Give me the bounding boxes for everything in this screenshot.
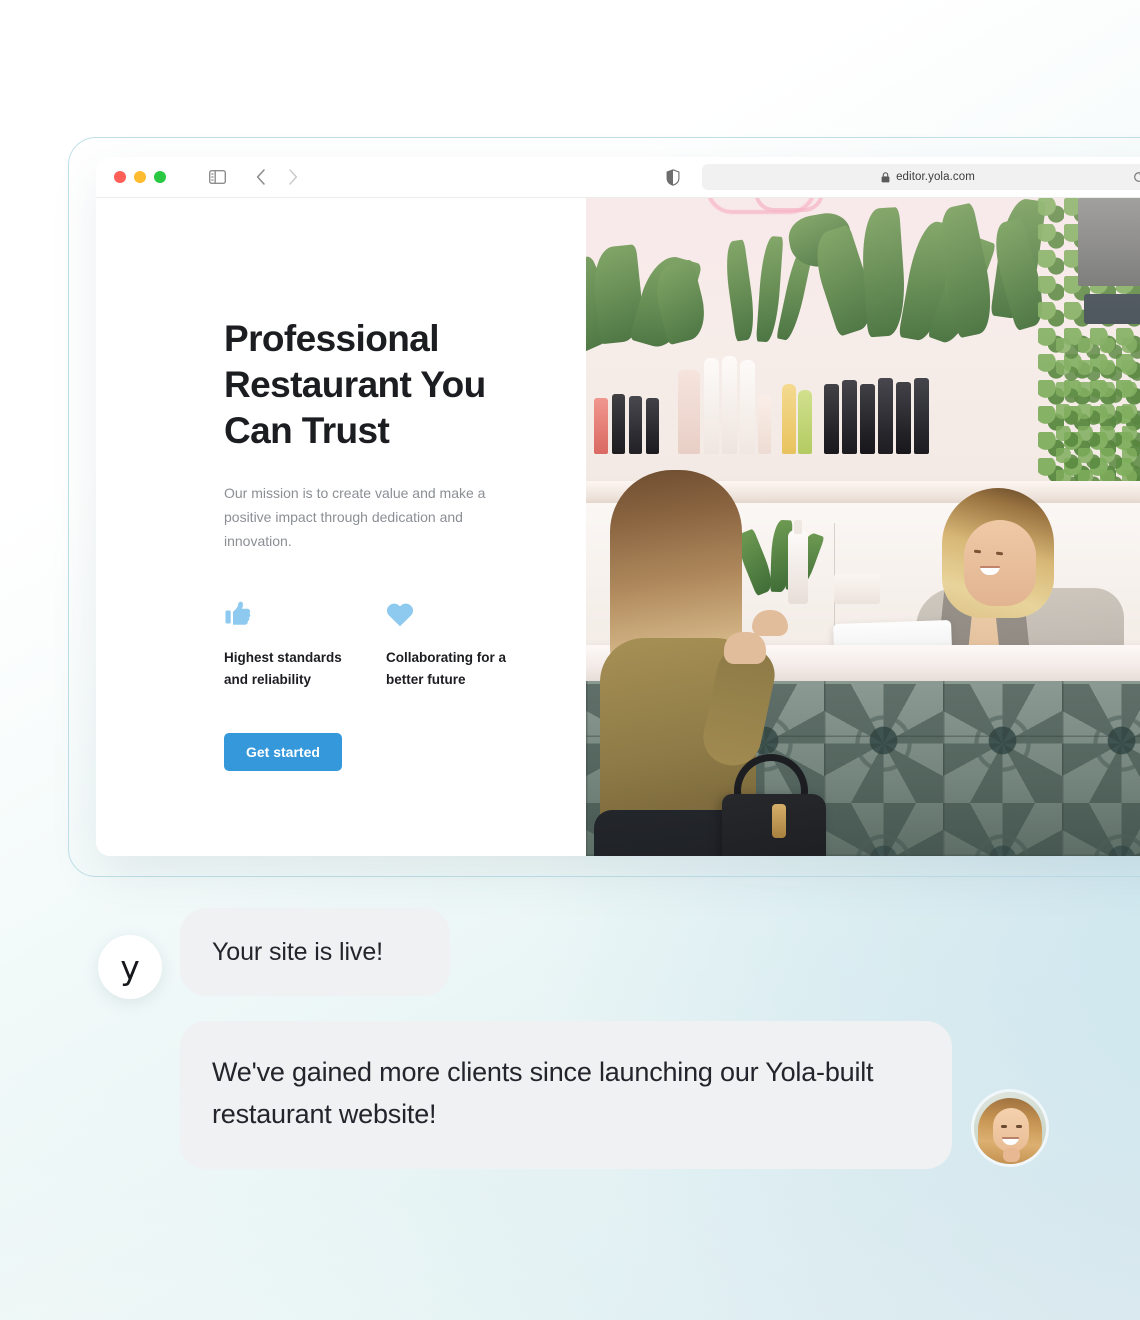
site-viewport: Professional Restaurant You Can Trust Ou… — [96, 198, 1140, 856]
feature-list: Highest standards and reliability Collab… — [224, 597, 586, 691]
product-bottle — [798, 390, 812, 454]
breeze-block-motif — [1062, 684, 1140, 803]
yola-logo-avatar: y — [98, 935, 162, 999]
product-bottle — [678, 370, 700, 454]
breeze-block-motif — [824, 684, 943, 803]
feature-item: Collaborating for a better future — [386, 597, 548, 691]
product-bottle — [646, 398, 659, 454]
close-button[interactable] — [114, 171, 126, 183]
hero-text-column: Professional Restaurant You Can Trust Ou… — [96, 198, 586, 856]
feature-label: Highest standards and reliability — [224, 650, 342, 687]
product-bottle — [722, 356, 737, 454]
page-title: Professional Restaurant You Can Trust — [224, 318, 486, 451]
window-controls[interactable] — [114, 171, 166, 183]
product-bottle — [860, 384, 875, 454]
feature-item: Highest standards and reliability — [224, 597, 386, 691]
avatar-eye — [1001, 1125, 1007, 1128]
hero-subtitle: Our mission is to create value and make … — [224, 485, 486, 549]
product-bottle — [824, 384, 839, 454]
product-bottle — [740, 360, 755, 454]
shield-privacy-icon[interactable] — [660, 164, 686, 190]
lock-icon — [881, 171, 890, 183]
counter-bottle-cap — [794, 520, 802, 534]
thumbs-up-icon — [224, 597, 386, 627]
product-bottle — [914, 378, 929, 454]
product-bottle — [758, 394, 771, 454]
wall-shelf — [1078, 198, 1140, 286]
customer-hand — [752, 610, 788, 636]
avatar-eye — [1016, 1125, 1022, 1128]
product-bottle — [878, 378, 893, 454]
staff-face — [964, 520, 1036, 606]
product-bottle — [629, 396, 642, 454]
get-started-button[interactable]: Get started — [224, 733, 342, 771]
browser-window: editor.yola.com Professional Restaurant … — [96, 157, 1140, 856]
yola-logo-mark: y — [120, 947, 140, 987]
staff-eye — [995, 551, 1004, 556]
minimize-button[interactable] — [134, 171, 146, 183]
product-bottle — [594, 398, 608, 454]
wall-shelf-item — [1084, 294, 1140, 324]
user-avatar — [974, 1092, 1046, 1164]
url-text: editor.yola.com — [896, 171, 975, 183]
chat-bubble-user: We've gained more clients since launchin… — [180, 1021, 952, 1169]
maximize-button[interactable] — [154, 171, 166, 183]
product-bottle — [842, 380, 857, 454]
breeze-block-motif — [943, 803, 1062, 856]
counter-box — [834, 574, 880, 604]
reload-icon[interactable] — [1133, 171, 1140, 183]
counter-bottle — [788, 530, 808, 604]
avatar-face — [993, 1108, 1029, 1152]
product-bottle — [704, 358, 719, 454]
feature-label: Collaborating for a better future — [386, 650, 507, 687]
browser-toolbar: editor.yola.com — [96, 157, 1140, 198]
breeze-block-motif — [824, 803, 943, 856]
product-bottle — [782, 384, 796, 454]
sidebar-toggle-icon[interactable] — [204, 164, 230, 190]
hero-image — [586, 198, 1140, 856]
url-bar[interactable]: editor.yola.com — [702, 164, 1140, 190]
staff-eye — [973, 549, 982, 554]
breeze-block-motif — [943, 684, 1062, 803]
chevron-right-icon[interactable] — [280, 164, 306, 190]
chevron-left-icon[interactable] — [248, 164, 274, 190]
avatar-neck — [1003, 1148, 1020, 1162]
product-bottle — [896, 382, 911, 454]
breeze-block-motif — [1062, 803, 1140, 856]
handbag-charm — [772, 804, 786, 838]
heart-icon — [386, 597, 548, 627]
product-bottle — [612, 394, 625, 454]
chat-bubble-yola: Your site is live! — [180, 908, 450, 996]
customer-hand — [724, 632, 766, 664]
